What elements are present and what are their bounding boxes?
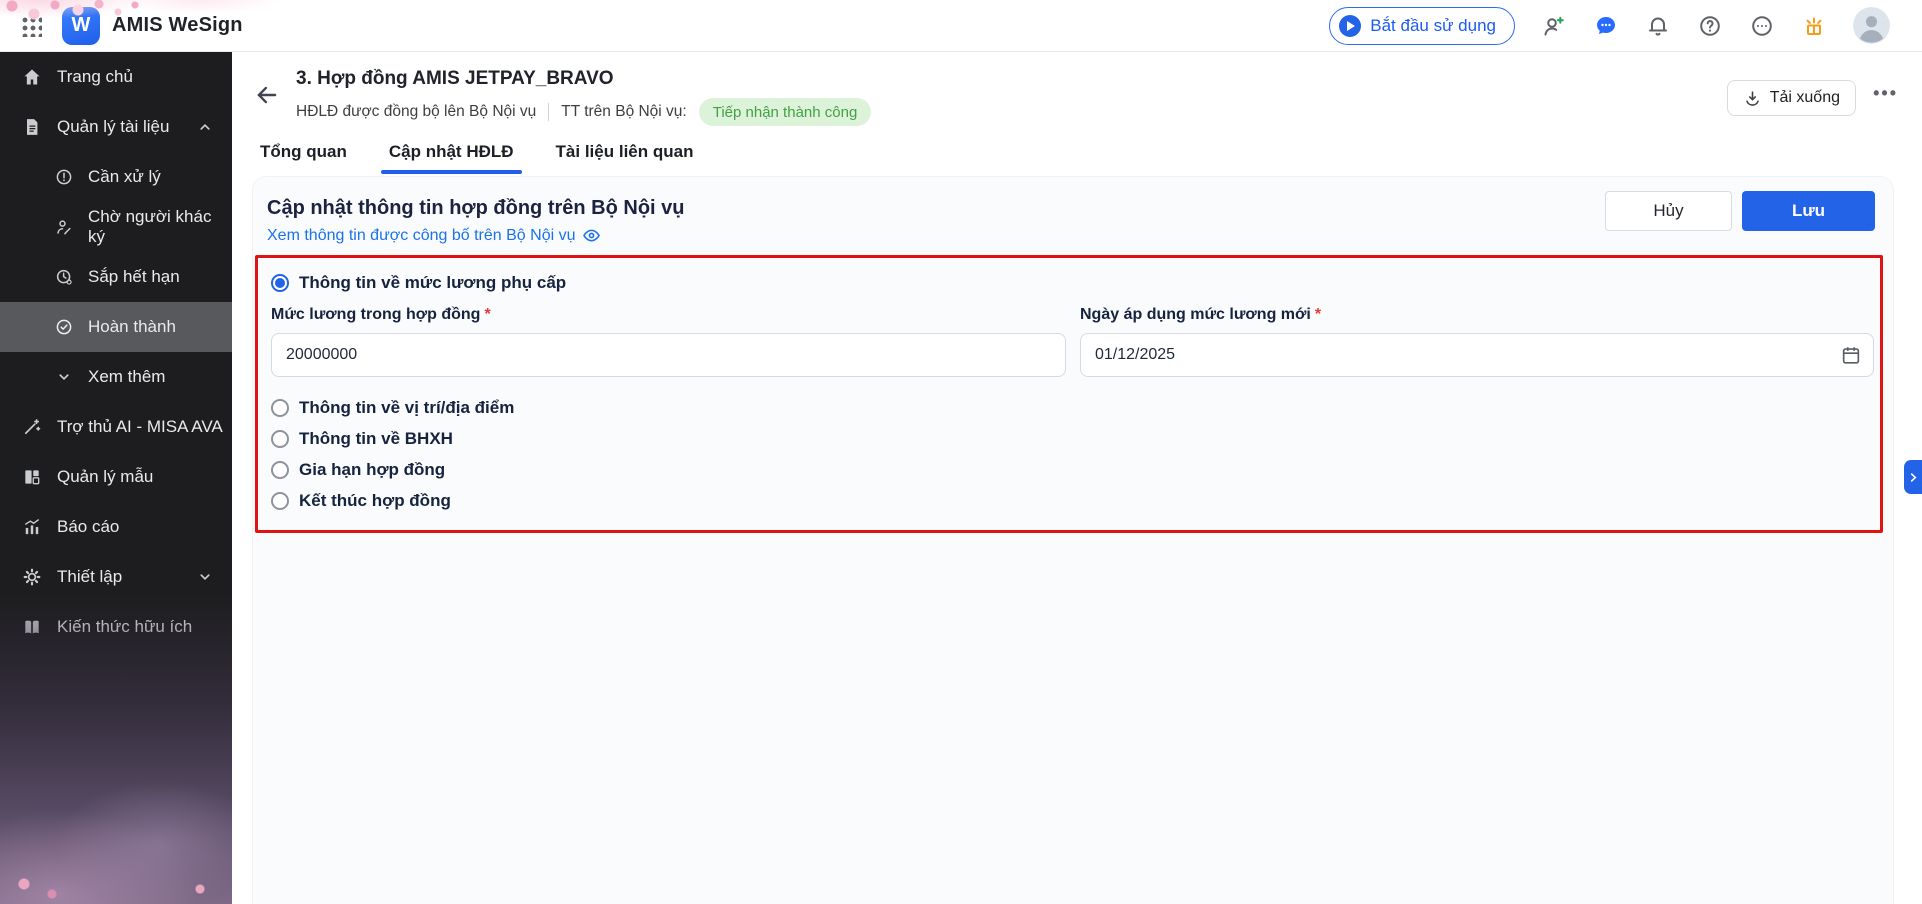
chevron-down-icon [196, 568, 214, 586]
clock-icon [55, 268, 73, 286]
start-using-button[interactable]: Bắt đầu sử dụng [1329, 6, 1515, 45]
sidebar-item-document-management[interactable]: Quản lý tài liệu [0, 102, 232, 152]
radio-icon [271, 461, 289, 479]
ministry-status-label: TT trên Bộ Nội vụ: [561, 103, 687, 120]
page-subtitle-row: HĐLĐ được đồng bộ lên Bộ Nội vụ TT trên … [296, 98, 1922, 126]
page-title: 3. Hợp đồng AMIS JETPAY_BRAVO [296, 68, 614, 89]
sidebar-item-template-management[interactable]: Quản lý mẫu [0, 452, 232, 502]
sidebar-item-ai-assistant[interactable]: Trợ thủ AI - MISA AVA [0, 402, 232, 452]
view-published-info-link[interactable]: Xem thông tin được công bố trên Bộ Nội v… [267, 226, 601, 245]
chart-icon [22, 517, 42, 537]
date-input[interactable] [1080, 333, 1874, 377]
notifications-bell-icon[interactable] [1645, 13, 1671, 39]
radio-icon [271, 492, 289, 510]
download-icon [1745, 90, 1759, 106]
sidebar-item-need-processing[interactable]: Cần xử lý [0, 152, 232, 202]
app-title: AMIS WeSign [112, 14, 243, 36]
topbar-actions: Bắt đầu sử dụng [1329, 6, 1922, 45]
radio-icon [271, 399, 289, 417]
sidebar-item-expiring-soon[interactable]: Sắp hết hạn [0, 252, 232, 302]
sync-status-text: HĐLĐ được đồng bộ lên Bộ Nội vụ [296, 103, 537, 120]
radio-option-contract-termination[interactable]: Kết thúc hợp đồng [271, 486, 1880, 516]
eye-icon [583, 229, 601, 242]
radio-option-list: Thông tin về vị trí/địa điểm Thông tin v… [271, 393, 1880, 516]
chevron-right-icon [1910, 472, 1917, 482]
add-user-icon[interactable] [1541, 13, 1567, 39]
home-icon [22, 67, 42, 87]
person-sign-icon [55, 218, 73, 236]
card-actions: Hủy Lưu [1605, 191, 1875, 231]
check-circle-icon [55, 318, 73, 336]
wesign-logo[interactable]: W [62, 6, 100, 45]
sidebar-item-completed[interactable]: Hoàn thành [0, 302, 232, 352]
tab-overview[interactable]: Tổng quan [260, 142, 347, 166]
radio-option-salary-allowance[interactable]: Thông tin về mức lương phụ cấp [271, 268, 1880, 298]
topbar: W AMIS WeSign Bắt đầu sử dụng [0, 0, 1922, 52]
sidebar-item-waiting-for-others[interactable]: Chờ người khác ký [0, 202, 232, 252]
calendar-icon[interactable] [1840, 344, 1862, 366]
more-options-icon[interactable]: ••• [1873, 84, 1898, 102]
required-asterisk: * [484, 306, 491, 323]
sidebar-item-reports[interactable]: Báo cáo [0, 502, 232, 552]
help-icon[interactable] [1697, 13, 1723, 39]
app-grid-icon[interactable] [20, 14, 42, 37]
tabs-bar: Tổng quan Cập nhật HĐLĐ Tài liệu liên qu… [232, 136, 1922, 176]
required-asterisk: * [1314, 306, 1322, 323]
gear-icon [22, 567, 42, 587]
chat-icon[interactable] [1593, 13, 1619, 39]
sidebar-item-settings[interactable]: Thiết lập [0, 552, 232, 602]
main-content: 3. Hợp đồng AMIS JETPAY_BRAVO HĐLĐ được … [232, 52, 1922, 904]
template-icon [22, 467, 42, 487]
radio-icon [271, 430, 289, 448]
salary-field-label: Mức lương trong hợp đồng * [271, 306, 491, 323]
download-button[interactable]: Tải xuống [1726, 80, 1856, 116]
cancel-button[interactable]: Hủy [1605, 191, 1732, 231]
highlighted-form-section: Thông tin về mức lương phụ cấp Mức lương… [255, 255, 1883, 533]
user-avatar[interactable] [1853, 7, 1890, 44]
divider [548, 103, 550, 121]
date-field-group: Ngày áp dụng mức lương mới * [1080, 306, 1874, 377]
sidebar: Trang chủ Quản lý tài liệu Cần xử lý Chờ… [0, 52, 232, 904]
gift-icon[interactable] [1801, 13, 1827, 39]
salary-form: Mức lương trong hợp đồng* Ngày áp dụng m… [271, 306, 1880, 377]
document-icon [22, 117, 42, 137]
magic-wand-icon [22, 417, 42, 437]
radio-option-social-insurance[interactable]: Thông tin về BHXH [271, 424, 1880, 454]
update-card: Cập nhật thông tin hợp đồng trên Bộ Nội … [252, 176, 1894, 904]
save-button[interactable]: Lưu [1742, 191, 1875, 231]
chevron-down-icon [55, 368, 73, 386]
expand-panel-tab[interactable] [1904, 460, 1922, 494]
sidebar-item-see-more[interactable]: Xem thêm [0, 352, 232, 402]
tab-update-contract[interactable]: Cập nhật HĐLĐ [380, 142, 522, 174]
date-field-label: Ngày áp dụng mức lương mới * [1080, 306, 1322, 323]
salary-input[interactable] [271, 333, 1066, 377]
book-icon [22, 617, 42, 637]
sidebar-item-home[interactable]: Trang chủ [0, 52, 232, 102]
radio-option-location[interactable]: Thông tin về vị trí/địa điểm [271, 393, 1880, 423]
page-header: 3. Hợp đồng AMIS JETPAY_BRAVO HĐLĐ được … [232, 52, 1922, 136]
play-icon [1339, 14, 1362, 37]
more-circle-icon[interactable] [1749, 13, 1775, 39]
back-arrow-icon[interactable] [254, 82, 280, 108]
tab-related-documents[interactable]: Tài liệu liên quan [556, 142, 694, 166]
radio-option-contract-extension[interactable]: Gia hạn hợp đồng [271, 455, 1880, 485]
alert-circle-icon [55, 168, 73, 186]
status-badge: Tiếp nhận thành công [698, 98, 872, 126]
chevron-up-icon [196, 118, 214, 136]
radio-selected-icon [271, 274, 289, 292]
salary-field-group: Mức lương trong hợp đồng * [271, 306, 1066, 377]
sidebar-item-useful-knowledge[interactable]: Kiến thức hữu ích [0, 602, 232, 652]
